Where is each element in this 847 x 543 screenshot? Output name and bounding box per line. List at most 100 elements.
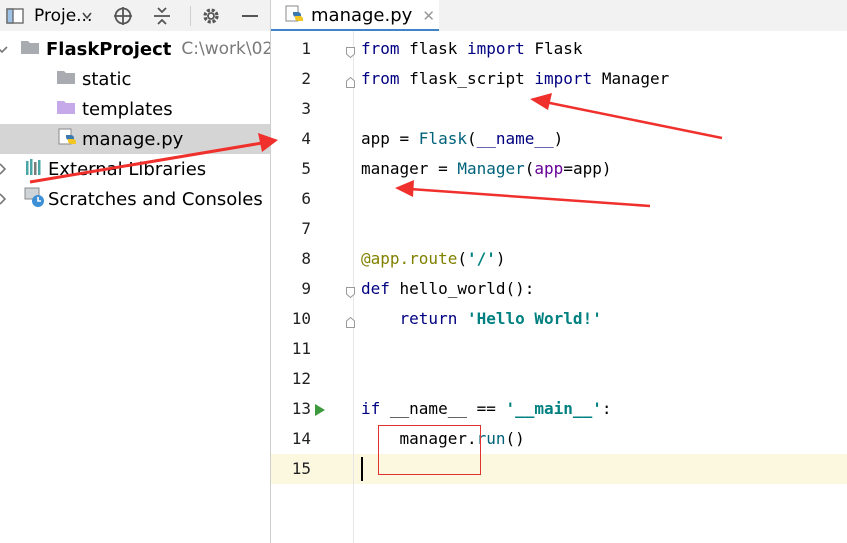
code-token: (): [505, 279, 535, 298]
keyword: return [399, 309, 458, 328]
line-number: 4 [301, 129, 311, 148]
line-number: 1 [301, 39, 311, 58]
line-number: 11 [291, 339, 311, 358]
keyword: from [361, 39, 400, 58]
tab-manage-py[interactable]: manage.py ✕ [271, 0, 439, 31]
code-line-9: def hello_world(): [361, 274, 534, 304]
code-line-5: manager = Manager(app=app) [361, 154, 611, 184]
project-view-icon[interactable] [6, 0, 24, 31]
code-token: ( [524, 159, 535, 178]
code-line-13: if __name__ == '__main__': [361, 394, 611, 424]
class-call: Manager [457, 159, 525, 178]
code-token: ) [495, 249, 506, 268]
tree-item-external-libraries[interactable]: External Libraries [0, 154, 270, 184]
toolbar-separator [190, 6, 191, 26]
project-toolbar: Proje... [0, 0, 270, 31]
code-token: ( [466, 129, 477, 148]
keyword: if [361, 399, 381, 418]
code-token: () [505, 429, 525, 448]
python-file-icon [58, 127, 78, 152]
line-number: 7 [301, 219, 311, 238]
tree-item-label: static [82, 68, 132, 90]
code-token: Flask [524, 39, 583, 58]
code-token: flask [399, 39, 467, 58]
code-line-2: from flask_script import Manager [361, 64, 669, 94]
line-number: 15 [291, 459, 311, 478]
decorator: @app.route [361, 249, 458, 268]
keyword-arg: app [534, 159, 564, 178]
tree-item-templates[interactable]: templates [0, 94, 270, 124]
project-tool-window: Proje... FlaskProject C:\work\02\ static… [0, 0, 270, 543]
run-icon[interactable] [314, 402, 326, 421]
function-name: hello_world [389, 279, 506, 298]
code-token: __name__ == [380, 399, 506, 418]
line-number: 13 [291, 399, 311, 418]
folder-purple-icon [56, 99, 76, 120]
locate-icon[interactable] [112, 0, 134, 31]
class-call: Flask [418, 129, 467, 148]
fold-end-icon[interactable] [346, 73, 355, 88]
tree-item-label: templates [82, 98, 173, 120]
tree-item-label: Scratches and Consoles [48, 188, 263, 210]
chevron-right-icon[interactable] [0, 189, 10, 210]
scratches-icon [24, 186, 46, 213]
string-literal: 'Hello World!' [466, 309, 602, 328]
code-token: app = [361, 129, 419, 148]
code-token: =app) [563, 159, 612, 178]
tab-label: manage.py [311, 5, 413, 26]
fold-start-icon[interactable] [346, 283, 355, 299]
line-number: 12 [291, 369, 311, 388]
chevron-right-icon[interactable] [0, 159, 10, 180]
tree-item-label: FlaskProject [46, 38, 172, 60]
line-number: 9 [301, 279, 311, 298]
text-caret [361, 457, 363, 481]
tree-item-manage-py[interactable]: manage.py [0, 124, 270, 154]
string-literal: '/' [466, 249, 496, 268]
tree-item-static[interactable]: static [0, 64, 270, 94]
code-line-8: @app.route('/') [361, 244, 506, 274]
keyword: def [361, 279, 390, 298]
gear-icon[interactable] [200, 0, 222, 31]
code-token: : [601, 399, 612, 418]
annotation-box [378, 425, 481, 475]
python-file-icon [285, 4, 305, 28]
collapse-all-icon[interactable] [152, 0, 172, 31]
keyword: from [361, 69, 400, 88]
code-line-4: app = Flask(__name__) [361, 124, 563, 154]
code-token: ( [457, 249, 467, 268]
editor-tab-bar: manage.py ✕ [271, 0, 847, 31]
tree-item-path: C:\work\02\ [181, 39, 270, 59]
folder-icon [56, 69, 76, 90]
dropdown-icon[interactable] [80, 0, 94, 31]
builtin: __name__ [476, 129, 554, 148]
keyword: import [466, 39, 525, 58]
code-line-10: return 'Hello World!' [361, 304, 602, 334]
string-literal: '__main__' [505, 399, 602, 418]
line-number: 2 [301, 69, 311, 88]
line-number: 5 [301, 159, 311, 178]
code-token: ) [553, 129, 564, 148]
folder-icon [20, 39, 40, 60]
keyword: import [534, 69, 593, 88]
code-line-1: from flask import Flask [361, 34, 583, 64]
close-icon[interactable]: ✕ [422, 7, 435, 25]
library-icon [24, 158, 44, 181]
line-number: 6 [301, 189, 311, 208]
minimize-icon[interactable] [240, 0, 260, 31]
chevron-down-icon[interactable] [0, 39, 8, 60]
tree-item-scratches[interactable]: Scratches and Consoles [0, 184, 270, 214]
code-token: flask_script [399, 69, 535, 88]
code-token: manager = [361, 159, 458, 178]
tree-item-label: External Libraries [48, 158, 207, 180]
code-token: Manager [592, 69, 670, 88]
line-number: 8 [301, 249, 311, 268]
line-number: 3 [301, 99, 311, 118]
line-number: 14 [291, 429, 311, 448]
tree-item-flaskproject[interactable]: FlaskProject C:\work\02\ [0, 34, 270, 64]
line-number: 10 [291, 309, 311, 328]
fold-start-icon[interactable] [346, 43, 355, 59]
fold-end-icon[interactable] [346, 313, 355, 328]
tree-item-label: manage.py [82, 128, 184, 150]
